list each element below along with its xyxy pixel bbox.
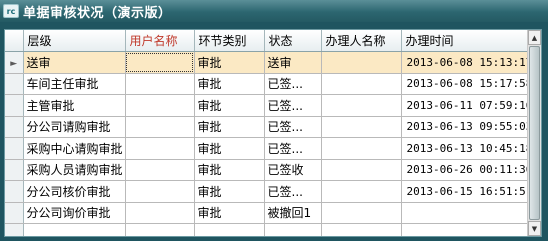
table-row[interactable] <box>5 223 528 236</box>
cell-handle-time[interactable]: 2013-06-13 09:55:03 <box>401 116 528 138</box>
cell-handler-name[interactable] <box>321 137 402 160</box>
current-row-arrow-icon: ► <box>10 59 18 70</box>
cell-handler-name[interactable] <box>321 73 402 95</box>
row-indicator[interactable] <box>5 73 24 95</box>
column-header-user-name[interactable]: 用户名称 <box>125 30 195 52</box>
app-logo-icon: rc <box>3 4 19 18</box>
cell-user-name[interactable] <box>125 223 195 236</box>
cell-handle-time[interactable]: 2013-06-13 10:45:18 <box>401 137 528 160</box>
table-row[interactable]: 采购中心请购审批 审批 已签... 2013-06-13 10:45:18 <box>5 137 528 160</box>
cell-user-name[interactable] <box>125 51 195 74</box>
cell-user-name[interactable] <box>125 73 195 95</box>
cell-level[interactable] <box>23 223 126 236</box>
cell-user-name[interactable] <box>125 94 195 117</box>
cell-step-type[interactable]: 审批 <box>194 159 265 181</box>
cell-step-type[interactable] <box>194 223 265 236</box>
cell-handle-time[interactable]: 2013-06-11 07:59:16 <box>401 94 528 117</box>
cell-handler-name[interactable] <box>321 202 402 224</box>
cell-handler-name[interactable] <box>321 159 402 181</box>
cell-status[interactable]: 被撤回1 <box>264 202 322 224</box>
row-indicator[interactable] <box>5 223 24 236</box>
row-indicator[interactable] <box>5 202 24 224</box>
header-row: 层级 用户名称 环节类别 状态 办理人名称 办理时间 <box>5 30 528 52</box>
cell-status[interactable]: 已签... <box>264 94 322 117</box>
column-header-status[interactable]: 状态 <box>264 30 322 52</box>
approval-status-grid[interactable]: 层级 用户名称 环节类别 状态 办理人名称 办理时间 ► 送审 审批 送审 20… <box>4 29 542 237</box>
data-table: 层级 用户名称 环节类别 状态 办理人名称 办理时间 ► 送审 审批 送审 20… <box>5 30 528 236</box>
cell-step-type[interactable]: 审批 <box>194 73 265 95</box>
scroll-up-button[interactable]: ▲ <box>528 30 541 45</box>
cell-status[interactable] <box>264 223 322 236</box>
cell-step-type[interactable]: 审批 <box>194 137 265 160</box>
cell-user-name[interactable] <box>125 116 195 138</box>
cell-handle-time[interactable]: 2013-06-08 15:17:58 <box>401 73 528 95</box>
cell-status[interactable]: 已签收 <box>264 159 322 181</box>
table-row[interactable]: 分公司询价审批 审批 被撤回1 <box>5 202 528 224</box>
table-row[interactable]: ► 送审 审批 送审 2013-06-08 15:13:17 <box>5 51 528 74</box>
column-header-handle-time[interactable]: 办理时间 <box>401 30 528 52</box>
cell-status[interactable]: 已签... <box>264 137 322 160</box>
table-row[interactable]: 主管审批 审批 已签... 2013-06-11 07:59:16 <box>5 94 528 117</box>
row-indicator[interactable] <box>5 116 24 138</box>
cell-user-name[interactable] <box>125 137 195 160</box>
cell-level[interactable]: 分公司询价审批 <box>23 202 126 224</box>
cell-level[interactable]: 送审 <box>23 51 126 74</box>
row-indicator[interactable]: ► <box>5 51 24 74</box>
cell-step-type[interactable]: 审批 <box>194 116 265 138</box>
table-row[interactable]: 分公司请购审批 审批 已签... 2013-06-13 09:55:03 <box>5 116 528 138</box>
cell-status[interactable]: 送审 <box>264 51 322 74</box>
cell-step-type[interactable]: 审批 <box>194 51 265 74</box>
cell-level[interactable]: 分公司请购审批 <box>23 116 126 138</box>
scroll-down-button[interactable]: ▼ <box>528 221 541 236</box>
scrollbar-thumb[interactable] <box>529 46 540 220</box>
column-header-handler-name[interactable]: 办理人名称 <box>321 30 402 52</box>
cell-handler-name[interactable] <box>321 116 402 138</box>
arrow-down-icon: ▼ <box>531 224 538 233</box>
cell-handle-time[interactable]: 2013-06-15 16:51:51 <box>401 180 528 203</box>
row-indicator[interactable] <box>5 137 24 160</box>
cell-user-name[interactable] <box>125 202 195 224</box>
cell-level[interactable]: 采购中心请购审批 <box>23 137 126 160</box>
title-bar[interactable]: rc 单据审核状况（演示版） <box>0 0 548 22</box>
row-indicator[interactable] <box>5 180 24 203</box>
app-window: rc 单据审核状况（演示版） 层级 用户名称 环节类别 状态 办理人名称 办理时… <box>0 0 548 241</box>
column-header-step-type[interactable]: 环节类别 <box>194 30 265 52</box>
cell-step-type[interactable]: 审批 <box>194 94 265 117</box>
cell-level[interactable]: 分公司核价审批 <box>23 180 126 203</box>
cell-handle-time[interactable] <box>401 202 528 224</box>
cell-handle-time[interactable]: 2013-06-26 00:11:36 <box>401 159 528 181</box>
column-header-level[interactable]: 层级 <box>23 30 126 52</box>
table-row[interactable]: 车间主任审批 审批 已签... 2013-06-08 15:17:58 <box>5 73 528 95</box>
row-indicator[interactable] <box>5 94 24 117</box>
table-row[interactable]: 采购人员请购审批 审批 已签收 2013-06-26 00:11:36 <box>5 159 528 181</box>
vertical-scrollbar[interactable]: ▲ ▼ <box>527 30 541 236</box>
cell-handle-time[interactable] <box>401 223 528 236</box>
cell-status[interactable]: 已签... <box>264 180 322 203</box>
window-title: 单据审核状况（演示版） <box>23 5 172 21</box>
cell-level[interactable]: 主管审批 <box>23 94 126 117</box>
cell-handler-name[interactable] <box>321 51 402 74</box>
cell-level[interactable]: 车间主任审批 <box>23 73 126 95</box>
cell-step-type[interactable]: 审批 <box>194 202 265 224</box>
row-indicator[interactable] <box>5 159 24 181</box>
cell-handle-time[interactable]: 2013-06-08 15:13:17 <box>401 51 528 74</box>
cell-handler-name[interactable] <box>321 180 402 203</box>
cell-user-name[interactable] <box>125 159 195 181</box>
cell-level[interactable]: 采购人员请购审批 <box>23 159 126 181</box>
cell-status[interactable]: 已签... <box>264 116 322 138</box>
cell-user-name[interactable] <box>125 180 195 203</box>
cell-handler-name[interactable] <box>321 94 402 117</box>
cell-status[interactable]: 已签... <box>264 73 322 95</box>
table-row[interactable]: 分公司核价审批 审批 已签... 2013-06-15 16:51:51 <box>5 180 528 203</box>
cell-handler-name[interactable] <box>321 223 402 236</box>
row-indicator-header <box>5 30 24 52</box>
arrow-up-icon: ▲ <box>531 33 538 42</box>
cell-step-type[interactable]: 审批 <box>194 180 265 203</box>
